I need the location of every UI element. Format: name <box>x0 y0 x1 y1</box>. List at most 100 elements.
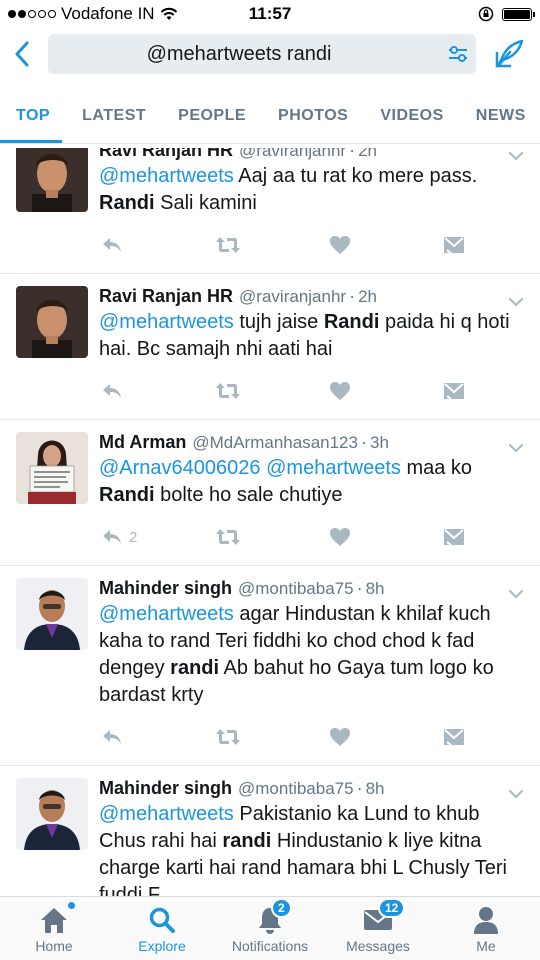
avatar[interactable] <box>16 778 88 850</box>
tab-videos[interactable]: VIDEOS <box>380 107 443 143</box>
mention-link[interactable]: @Arnav64006026 <box>99 457 261 479</box>
search-keyword: Randi <box>323 311 380 333</box>
notifications-badge: 2 <box>271 898 292 918</box>
tweet-options[interactable] <box>508 786 524 804</box>
tweet-author-handle[interactable]: @raviranjanhr <box>239 287 346 307</box>
tweet-author-handle[interactable]: @montibaba75 <box>238 579 354 599</box>
reply-button[interactable] <box>101 382 215 400</box>
search-keyword: Randi <box>99 192 155 214</box>
search-tabs: TOP LATEST PEOPLE PHOTOS VIDEOS NEWS <box>0 80 540 144</box>
tweet-timestamp: 8h <box>365 579 385 598</box>
avatar[interactable] <box>16 286 88 358</box>
tweet[interactable]: Md Arman @MdArmanhasan123 · 3h @Arnav6400602… <box>0 420 540 566</box>
tweet-author-name[interactable]: Mahinder singh <box>99 778 232 799</box>
tweet-timestamp: 3h <box>369 433 389 452</box>
mention-link[interactable]: @mehartweets <box>99 603 234 625</box>
tweet[interactable]: Mahinder singh @montibaba75 · 8h @mehartweet… <box>0 566 540 766</box>
tweet-text: @Arnav64006026 @mehartweets maa ko Randi… <box>99 455 526 509</box>
heart-icon <box>330 382 350 400</box>
tweet-author-name[interactable]: Mahinder singh <box>99 578 232 599</box>
reply-icon <box>103 530 121 544</box>
reply-button[interactable] <box>101 728 215 746</box>
compose-tweet-button[interactable] <box>490 34 530 74</box>
tabbar-explore[interactable]: Explore <box>108 897 216 960</box>
separator-dot: · <box>349 148 356 160</box>
search-filter-button[interactable] <box>440 44 476 64</box>
tabbar-notifications-label: Notifications <box>231 938 309 954</box>
avatar[interactable] <box>16 578 88 650</box>
reply-icon <box>103 238 121 252</box>
retweet-button[interactable] <box>215 236 329 254</box>
mention-link[interactable]: @mehartweets <box>266 457 401 479</box>
search-keyword: randi <box>222 830 272 852</box>
tabbar-explore-label: Explore <box>138 938 186 954</box>
like-button[interactable] <box>329 381 443 401</box>
direct-message-button[interactable] <box>443 382 465 400</box>
tweet-options[interactable] <box>508 148 524 166</box>
avatar[interactable] <box>16 148 88 212</box>
tweet-text: @mehartweets Pakistanio ka Lund to khub … <box>99 801 526 896</box>
tabbar-messages[interactable]: 12 Messages <box>324 897 432 960</box>
chevron-down-icon[interactable] <box>508 443 524 453</box>
retweet-icon <box>216 529 240 545</box>
mention-link[interactable]: @mehartweets <box>99 803 234 825</box>
tab-news[interactable]: NEWS <box>476 107 526 143</box>
battery-icon <box>502 7 535 21</box>
tweet[interactable]: Ravi Ranjan HR @raviranjanhr · 2h @mehartwee… <box>0 148 540 274</box>
reply-button[interactable] <box>101 236 215 254</box>
tweet-author-handle[interactable]: @MdArmanhasan123 <box>192 433 358 453</box>
direct-message-icon <box>444 383 464 400</box>
tweet[interactable]: Mahinder singh @montibaba75 · 8h @mehartweet… <box>0 766 540 896</box>
mention-link[interactable]: @mehartweets <box>99 311 234 333</box>
chevron-down-icon[interactable] <box>508 151 524 161</box>
tweet-text: @mehartweets Aaj aa tu rat ko mere pass.… <box>99 163 526 217</box>
wifi-icon <box>160 7 177 20</box>
direct-message-button[interactable] <box>443 236 465 254</box>
retweet-button[interactable] <box>215 728 329 746</box>
search-input[interactable]: @mehartweets randi <box>48 34 476 74</box>
heart-icon <box>330 528 350 546</box>
like-button[interactable] <box>329 235 443 255</box>
tweet-feed[interactable]: Ravi Ranjan HR @raviranjanhr · 2h @mehartwee… <box>0 148 540 896</box>
tab-latest[interactable]: LATEST <box>82 107 146 143</box>
chevron-down-icon[interactable] <box>508 297 524 307</box>
retweet-button[interactable] <box>215 528 329 546</box>
retweet-button[interactable] <box>215 382 329 400</box>
tweet-author-name[interactable]: Ravi Ranjan HR <box>99 286 233 307</box>
tab-people[interactable]: PEOPLE <box>178 107 246 143</box>
tweet-text-segment: tujh jaise <box>233 311 324 333</box>
tweet-author-handle[interactable]: @raviranjanhr <box>239 148 346 161</box>
tweet-text-segment: maa ko <box>400 457 473 479</box>
tweet-author-handle[interactable]: @montibaba75 <box>238 779 354 799</box>
tweet-options[interactable] <box>508 294 524 312</box>
back-button[interactable] <box>10 36 34 72</box>
tweet-options[interactable] <box>508 440 524 458</box>
tweet-options[interactable] <box>508 586 524 604</box>
tweet-text-segment: Aaj aa tu rat ko mere pass. <box>233 165 478 187</box>
tab-photos[interactable]: PHOTOS <box>278 107 348 143</box>
tweet-timestamp: 2h <box>358 287 377 306</box>
tabbar-home[interactable]: Home <box>0 897 108 960</box>
tabbar-me[interactable]: Me <box>432 897 540 960</box>
retweet-icon <box>216 729 240 745</box>
reply-button[interactable]: 2 <box>101 528 215 546</box>
chevron-down-icon[interactable] <box>508 589 524 599</box>
tab-top[interactable]: TOP <box>0 107 63 143</box>
reply-icon <box>103 730 121 744</box>
bottom-tab-bar: Home Explore 2 Notifications 12 Messages… <box>0 896 540 960</box>
tweet-author-name[interactable]: Md Arman <box>99 432 186 453</box>
tweet-author-name[interactable]: Ravi Ranjan HR <box>99 148 233 161</box>
separator-dot: · <box>356 778 363 798</box>
chevron-down-icon[interactable] <box>508 789 524 799</box>
like-button[interactable] <box>329 527 443 547</box>
tweet-text: @mehartweets tujh jaise Randi paida hi q… <box>99 309 526 363</box>
direct-message-button[interactable] <box>443 528 465 546</box>
avatar[interactable] <box>16 432 88 504</box>
direct-message-button[interactable] <box>443 728 465 746</box>
mention-link[interactable]: @mehartweets <box>99 165 234 187</box>
separator-dot: · <box>360 432 367 452</box>
tabbar-notifications[interactable]: 2 Notifications <box>216 897 324 960</box>
separator-dot: · <box>349 286 356 306</box>
tweet[interactable]: Ravi Ranjan HR @raviranjanhr · 2h @mehartwee… <box>0 274 540 420</box>
like-button[interactable] <box>329 727 443 747</box>
